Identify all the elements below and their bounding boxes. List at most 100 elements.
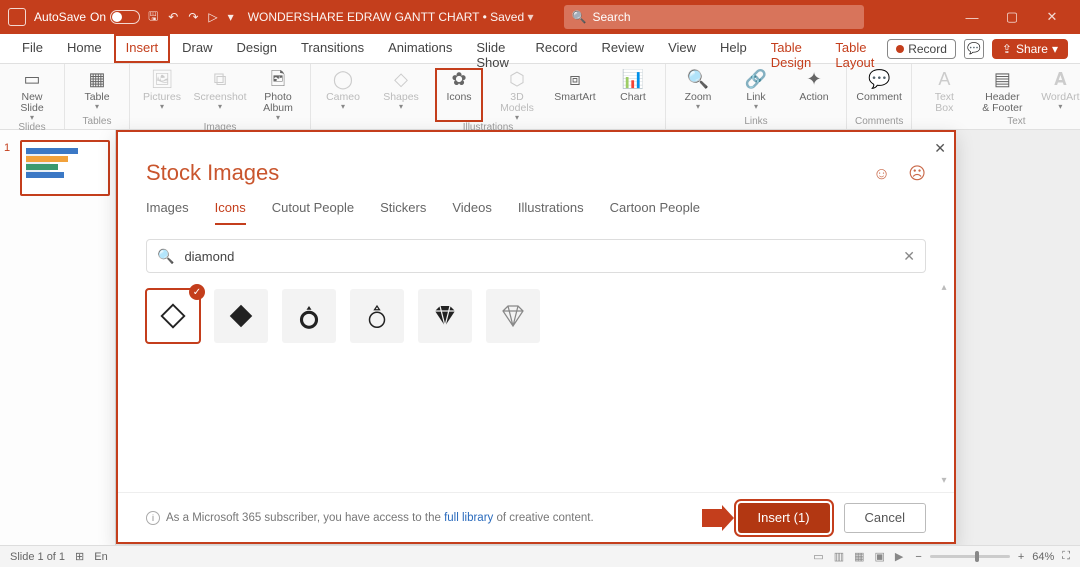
record-button[interactable]: Record — [887, 39, 956, 59]
new-slide-button[interactable]: ▭New Slide▾ — [8, 68, 56, 122]
menu-insert[interactable]: Insert — [114, 34, 171, 63]
reading-view-button[interactable]: ▣ — [875, 550, 885, 563]
notes-button[interactable]: ▭ — [813, 550, 823, 563]
feedback-happy-icon[interactable]: ☺ — [873, 164, 890, 184]
minimize-button[interactable]: — — [952, 10, 992, 25]
action-icon: ✦ — [801, 68, 827, 90]
result-diamond-solid[interactable] — [214, 289, 268, 343]
ribbon-group-images: 🖼Pictures▾ ⧉Screenshot▾ 🖻Photo Album▾ Im… — [130, 64, 311, 129]
search-input[interactable]: 🔍 Search — [564, 5, 864, 29]
zoom-button[interactable]: 🔍Zoom▾ — [674, 68, 722, 111]
clear-search-button[interactable]: ✕ — [903, 248, 915, 265]
3d-models-button[interactable]: ⬡3D Models▾ — [493, 68, 541, 122]
accessibility-icon[interactable]: ⊞ — [75, 550, 84, 563]
undo-icon[interactable]: ↶ — [168, 10, 178, 24]
close-button[interactable]: ✕ — [1032, 9, 1072, 25]
zoom-level[interactable]: 64% — [1032, 551, 1054, 563]
tab-stickers[interactable]: Stickers — [380, 200, 426, 225]
cameo-button[interactable]: ◯Cameo▾ — [319, 68, 367, 122]
action-button[interactable]: ✦Action — [790, 68, 838, 111]
comment-button[interactable]: 💬Comment — [855, 68, 903, 103]
result-ring-solid[interactable] — [282, 289, 336, 343]
wordart-button[interactable]: 𝐀WordArt▾ — [1036, 68, 1080, 114]
result-gem-outline[interactable] — [486, 289, 540, 343]
table-button[interactable]: ▦Table▾ — [73, 68, 121, 111]
smartart-icon: ⧈ — [562, 68, 588, 90]
switch-icon[interactable] — [110, 10, 140, 24]
menu-table-design[interactable]: Table Design — [759, 34, 824, 63]
redo-icon[interactable]: ↷ — [188, 10, 198, 24]
menu-slideshow[interactable]: Slide Show — [464, 34, 523, 63]
gem-solid-icon — [430, 301, 460, 331]
zoom-slider[interactable] — [930, 555, 1010, 558]
menu-review[interactable]: Review — [589, 34, 656, 63]
autosave-toggle[interactable]: AutoSave On — [34, 10, 140, 24]
menu-table-layout[interactable]: Table Layout — [823, 34, 887, 63]
wordart-icon: 𝐀 — [1047, 68, 1073, 90]
result-gem-solid[interactable] — [418, 289, 472, 343]
comments-pane-button[interactable]: 💬 — [964, 39, 984, 59]
record-dot-icon — [896, 45, 904, 53]
cancel-button[interactable]: Cancel — [844, 503, 926, 533]
menu-record[interactable]: Record — [524, 34, 590, 63]
menu-draw[interactable]: Draw — [170, 34, 224, 63]
diamond-outline-icon — [158, 301, 188, 331]
insert-button[interactable]: Insert (1) — [738, 503, 830, 533]
dialog-search-input[interactable] — [182, 248, 895, 265]
slideshow-icon[interactable]: ▷ — [208, 10, 217, 24]
dialog-close-button[interactable]: ✕ — [934, 140, 946, 157]
tab-illustrations[interactable]: Illustrations — [518, 200, 584, 225]
result-diamond-outline[interactable]: ✓ — [146, 289, 200, 343]
maximize-button[interactable]: ▢ — [992, 9, 1032, 25]
new-slide-icon: ▭ — [19, 68, 45, 90]
slide-thumbnail-panel[interactable]: 1 — [0, 130, 116, 545]
slide-thumbnail[interactable] — [20, 140, 110, 196]
dialog-scrollbar[interactable]: ▴ ▾ — [940, 282, 948, 486]
textbox-button[interactable]: AText Box — [920, 68, 968, 114]
screenshot-button[interactable]: ⧉Screenshot▾ — [196, 68, 244, 122]
sorter-view-button[interactable]: ▦ — [854, 550, 864, 563]
menu-help[interactable]: Help — [708, 34, 759, 63]
fit-to-window-button[interactable]: ⛶ — [1062, 550, 1070, 563]
tab-videos[interactable]: Videos — [452, 200, 492, 225]
feedback-sad-icon[interactable]: ☹ — [908, 164, 926, 184]
search-icon: 🔍 — [157, 248, 174, 265]
link-button[interactable]: 🔗Link▾ — [732, 68, 780, 111]
full-library-link[interactable]: full library — [444, 512, 493, 524]
tab-images[interactable]: Images — [146, 200, 189, 225]
tab-icons[interactable]: Icons — [215, 200, 246, 225]
menu-home[interactable]: Home — [55, 34, 114, 63]
menu-animations[interactable]: Animations — [376, 34, 464, 63]
language-indicator[interactable]: En — [94, 551, 107, 563]
scroll-up-icon[interactable]: ▴ — [940, 282, 948, 293]
result-ring-outline[interactable] — [350, 289, 404, 343]
slide-indicator[interactable]: Slide 1 of 1 — [10, 551, 65, 563]
save-icon[interactable]: 🖫 — [148, 7, 158, 28]
search-icon: 🔍 — [572, 10, 587, 24]
shapes-button[interactable]: ◇Shapes▾ — [377, 68, 425, 122]
tab-cartoon-people[interactable]: Cartoon People — [610, 200, 700, 225]
header-footer-button[interactable]: ▤Header & Footer — [978, 68, 1026, 114]
qat-more-icon[interactable]: ▾ — [228, 10, 234, 24]
normal-view-button[interactable]: ▥ — [834, 550, 844, 563]
chart-button[interactable]: 📊Chart — [609, 68, 657, 122]
share-button[interactable]: ⇪ Share ▾ — [992, 39, 1068, 59]
slideshow-view-button[interactable]: ▶ — [895, 550, 903, 563]
zoom-in-button[interactable]: + — [1018, 551, 1024, 563]
scroll-down-icon[interactable]: ▾ — [940, 475, 948, 486]
shapes-icon: ◇ — [388, 68, 414, 90]
tab-cutout-people[interactable]: Cutout People — [272, 200, 354, 225]
zoom-out-button[interactable]: − — [915, 551, 921, 563]
link-icon: 🔗 — [743, 68, 769, 90]
icons-button[interactable]: ✿Icons — [435, 68, 483, 122]
menu-design[interactable]: Design — [225, 34, 289, 63]
photo-album-button[interactable]: 🖻Photo Album▾ — [254, 68, 302, 122]
smartart-button[interactable]: ⧈SmartArt — [551, 68, 599, 122]
menu-view[interactable]: View — [656, 34, 708, 63]
menu-transitions[interactable]: Transitions — [289, 34, 376, 63]
dialog-tabs: Images Icons Cutout People Stickers Vide… — [118, 200, 954, 225]
slide-number: 1 — [4, 142, 10, 154]
menu-file[interactable]: File — [10, 34, 55, 63]
document-title[interactable]: WONDERSHARE EDRAW GANTT CHART • Saved ▾ — [248, 10, 534, 24]
pictures-button[interactable]: 🖼Pictures▾ — [138, 68, 186, 122]
